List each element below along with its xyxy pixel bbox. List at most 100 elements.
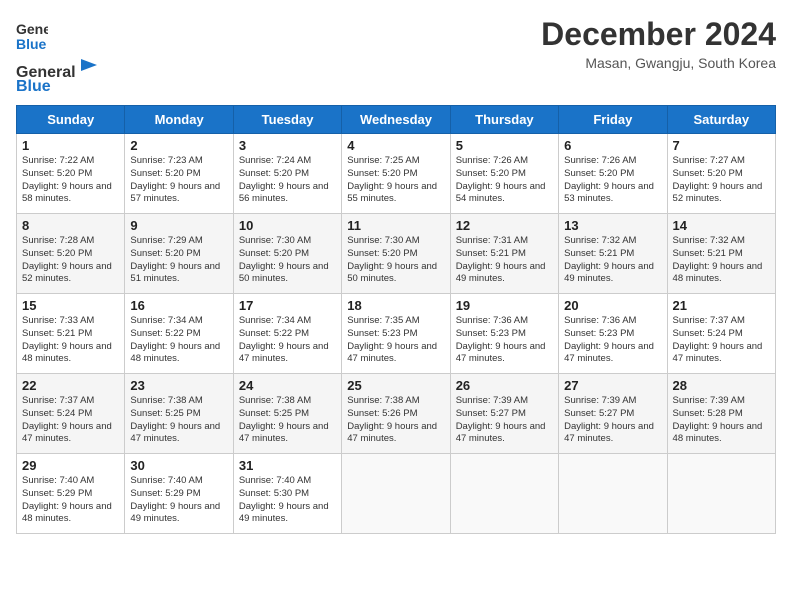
calendar-cell: 8 Sunrise: 7:28 AMSunset: 5:20 PMDayligh…	[17, 214, 125, 294]
month-title: December 2024	[541, 16, 776, 53]
day-number: 4	[347, 138, 444, 153]
title-block: December 2024 Masan, Gwangju, South Kore…	[541, 16, 776, 71]
calendar-cell: 5 Sunrise: 7:26 AMSunset: 5:20 PMDayligh…	[450, 134, 558, 214]
day-number: 20	[564, 298, 661, 313]
day-detail: Sunrise: 7:32 AMSunset: 5:21 PMDaylight:…	[564, 235, 661, 286]
calendar-cell: 16 Sunrise: 7:34 AMSunset: 5:22 PMDaylig…	[125, 294, 233, 374]
day-number: 9	[130, 218, 227, 233]
day-detail: Sunrise: 7:33 AMSunset: 5:21 PMDaylight:…	[22, 315, 119, 366]
day-detail: Sunrise: 7:39 AMSunset: 5:27 PMDaylight:…	[456, 395, 553, 446]
day-detail: Sunrise: 7:40 AMSunset: 5:30 PMDaylight:…	[239, 475, 336, 526]
day-header-monday: Monday	[125, 106, 233, 134]
calendar-cell: 30 Sunrise: 7:40 AMSunset: 5:29 PMDaylig…	[125, 454, 233, 534]
day-detail: Sunrise: 7:40 AMSunset: 5:29 PMDaylight:…	[130, 475, 227, 526]
calendar-table: SundayMondayTuesdayWednesdayThursdayFrid…	[16, 105, 776, 534]
day-number: 2	[130, 138, 227, 153]
day-number: 7	[673, 138, 770, 153]
day-header-sunday: Sunday	[17, 106, 125, 134]
day-detail: Sunrise: 7:28 AMSunset: 5:20 PMDaylight:…	[22, 235, 119, 286]
day-detail: Sunrise: 7:37 AMSunset: 5:24 PMDaylight:…	[22, 395, 119, 446]
logo: General Blue General Blue	[16, 16, 99, 95]
day-detail: Sunrise: 7:22 AMSunset: 5:20 PMDaylight:…	[22, 155, 119, 206]
day-number: 17	[239, 298, 336, 313]
calendar-cell	[450, 454, 558, 534]
day-number: 21	[673, 298, 770, 313]
logo-flag-icon	[77, 57, 99, 79]
day-header-thursday: Thursday	[450, 106, 558, 134]
calendar-cell: 2 Sunrise: 7:23 AMSunset: 5:20 PMDayligh…	[125, 134, 233, 214]
day-detail: Sunrise: 7:32 AMSunset: 5:21 PMDaylight:…	[673, 235, 770, 286]
calendar-cell: 23 Sunrise: 7:38 AMSunset: 5:25 PMDaylig…	[125, 374, 233, 454]
calendar-cell: 27 Sunrise: 7:39 AMSunset: 5:27 PMDaylig…	[559, 374, 667, 454]
day-number: 30	[130, 458, 227, 473]
calendar-cell: 28 Sunrise: 7:39 AMSunset: 5:28 PMDaylig…	[667, 374, 775, 454]
calendar-cell: 25 Sunrise: 7:38 AMSunset: 5:26 PMDaylig…	[342, 374, 450, 454]
day-number: 25	[347, 378, 444, 393]
day-number: 23	[130, 378, 227, 393]
calendar-cell: 19 Sunrise: 7:36 AMSunset: 5:23 PMDaylig…	[450, 294, 558, 374]
day-header-tuesday: Tuesday	[233, 106, 341, 134]
calendar-cell: 12 Sunrise: 7:31 AMSunset: 5:21 PMDaylig…	[450, 214, 558, 294]
day-detail: Sunrise: 7:36 AMSunset: 5:23 PMDaylight:…	[456, 315, 553, 366]
location-subtitle: Masan, Gwangju, South Korea	[541, 55, 776, 71]
day-detail: Sunrise: 7:35 AMSunset: 5:23 PMDaylight:…	[347, 315, 444, 366]
calendar-cell: 20 Sunrise: 7:36 AMSunset: 5:23 PMDaylig…	[559, 294, 667, 374]
calendar-cell: 14 Sunrise: 7:32 AMSunset: 5:21 PMDaylig…	[667, 214, 775, 294]
day-detail: Sunrise: 7:38 AMSunset: 5:26 PMDaylight:…	[347, 395, 444, 446]
day-number: 27	[564, 378, 661, 393]
day-detail: Sunrise: 7:30 AMSunset: 5:20 PMDaylight:…	[239, 235, 336, 286]
day-detail: Sunrise: 7:38 AMSunset: 5:25 PMDaylight:…	[130, 395, 227, 446]
day-detail: Sunrise: 7:27 AMSunset: 5:20 PMDaylight:…	[673, 155, 770, 206]
day-number: 6	[564, 138, 661, 153]
day-number: 18	[347, 298, 444, 313]
day-number: 29	[22, 458, 119, 473]
calendar-cell: 17 Sunrise: 7:34 AMSunset: 5:22 PMDaylig…	[233, 294, 341, 374]
day-header-saturday: Saturday	[667, 106, 775, 134]
calendar-cell: 11 Sunrise: 7:30 AMSunset: 5:20 PMDaylig…	[342, 214, 450, 294]
day-detail: Sunrise: 7:34 AMSunset: 5:22 PMDaylight:…	[130, 315, 227, 366]
day-detail: Sunrise: 7:23 AMSunset: 5:20 PMDaylight:…	[130, 155, 227, 206]
calendar-cell: 21 Sunrise: 7:37 AMSunset: 5:24 PMDaylig…	[667, 294, 775, 374]
day-detail: Sunrise: 7:31 AMSunset: 5:21 PMDaylight:…	[456, 235, 553, 286]
calendar-cell: 15 Sunrise: 7:33 AMSunset: 5:21 PMDaylig…	[17, 294, 125, 374]
calendar-cell: 9 Sunrise: 7:29 AMSunset: 5:20 PMDayligh…	[125, 214, 233, 294]
calendar-cell: 1 Sunrise: 7:22 AMSunset: 5:20 PMDayligh…	[17, 134, 125, 214]
day-detail: Sunrise: 7:30 AMSunset: 5:20 PMDaylight:…	[347, 235, 444, 286]
day-number: 12	[456, 218, 553, 233]
calendar-cell: 3 Sunrise: 7:24 AMSunset: 5:20 PMDayligh…	[233, 134, 341, 214]
calendar-cell: 31 Sunrise: 7:40 AMSunset: 5:30 PMDaylig…	[233, 454, 341, 534]
day-header-friday: Friday	[559, 106, 667, 134]
calendar-cell: 26 Sunrise: 7:39 AMSunset: 5:27 PMDaylig…	[450, 374, 558, 454]
day-detail: Sunrise: 7:24 AMSunset: 5:20 PMDaylight:…	[239, 155, 336, 206]
logo-blue: Blue	[16, 79, 99, 95]
day-detail: Sunrise: 7:40 AMSunset: 5:29 PMDaylight:…	[22, 475, 119, 526]
day-number: 28	[673, 378, 770, 393]
calendar-cell: 4 Sunrise: 7:25 AMSunset: 5:20 PMDayligh…	[342, 134, 450, 214]
calendar-cell: 7 Sunrise: 7:27 AMSunset: 5:20 PMDayligh…	[667, 134, 775, 214]
day-number: 14	[673, 218, 770, 233]
day-detail: Sunrise: 7:29 AMSunset: 5:20 PMDaylight:…	[130, 235, 227, 286]
calendar-cell	[342, 454, 450, 534]
calendar-cell: 6 Sunrise: 7:26 AMSunset: 5:20 PMDayligh…	[559, 134, 667, 214]
page-header: General Blue General Blue December 2024 …	[16, 16, 776, 95]
day-number: 8	[22, 218, 119, 233]
day-number: 10	[239, 218, 336, 233]
calendar-cell: 24 Sunrise: 7:38 AMSunset: 5:25 PMDaylig…	[233, 374, 341, 454]
day-detail: Sunrise: 7:38 AMSunset: 5:25 PMDaylight:…	[239, 395, 336, 446]
day-detail: Sunrise: 7:39 AMSunset: 5:27 PMDaylight:…	[564, 395, 661, 446]
calendar-cell: 29 Sunrise: 7:40 AMSunset: 5:29 PMDaylig…	[17, 454, 125, 534]
day-detail: Sunrise: 7:34 AMSunset: 5:22 PMDaylight:…	[239, 315, 336, 366]
day-detail: Sunrise: 7:25 AMSunset: 5:20 PMDaylight:…	[347, 155, 444, 206]
day-number: 13	[564, 218, 661, 233]
day-detail: Sunrise: 7:39 AMSunset: 5:28 PMDaylight:…	[673, 395, 770, 446]
day-detail: Sunrise: 7:26 AMSunset: 5:20 PMDaylight:…	[564, 155, 661, 206]
day-number: 26	[456, 378, 553, 393]
day-number: 19	[456, 298, 553, 313]
svg-text:Blue: Blue	[16, 36, 47, 52]
day-number: 31	[239, 458, 336, 473]
calendar-cell: 10 Sunrise: 7:30 AMSunset: 5:20 PMDaylig…	[233, 214, 341, 294]
calendar-cell	[559, 454, 667, 534]
day-detail: Sunrise: 7:36 AMSunset: 5:23 PMDaylight:…	[564, 315, 661, 366]
day-header-wednesday: Wednesday	[342, 106, 450, 134]
logo-icon: General Blue	[16, 16, 48, 52]
